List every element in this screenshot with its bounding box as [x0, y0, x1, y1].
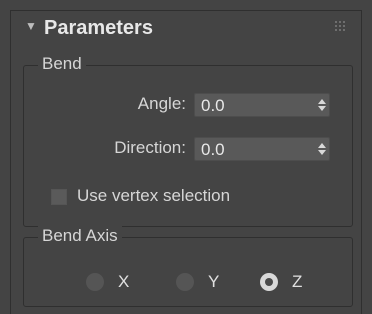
radio-circle[interactable]: [176, 273, 194, 291]
direction-label: Direction:: [114, 138, 186, 157]
triangle-down-icon[interactable]: ▼: [25, 19, 37, 33]
rollout-header[interactable]: ▼ Parameters: [11, 11, 361, 49]
bend-group-legend: Bend: [38, 54, 86, 74]
parameters-rollout: ▼ Parameters Bend Angle: 0.0 Direction: …: [10, 10, 362, 314]
spinner-arrows-icon[interactable]: [315, 94, 329, 116]
modifier-panel-background: ▼ Parameters Bend Angle: 0.0 Direction: …: [0, 0, 372, 314]
direction-spinner[interactable]: 0.0: [194, 137, 330, 161]
use-vertex-selection-label[interactable]: Use vertex selection: [77, 186, 230, 206]
checkbox-box[interactable]: [51, 189, 67, 205]
radio-circle[interactable]: [86, 273, 104, 291]
bend-axis-group: Bend Axis X Y Z: [23, 226, 353, 307]
axis-radio-label[interactable]: Y: [208, 272, 219, 292]
axis-radio-label[interactable]: Z: [292, 272, 302, 292]
spinner-arrows-icon[interactable]: [315, 138, 329, 160]
angle-spinner[interactable]: 0.0: [194, 93, 330, 117]
axis-radio-label[interactable]: X: [118, 272, 129, 292]
bend-axis-group-legend: Bend Axis: [38, 226, 122, 246]
bend-group: Bend Angle: 0.0 Direction: 0.0 Use verte…: [23, 54, 353, 227]
grip-dots-icon[interactable]: [335, 21, 345, 31]
radio-circle[interactable]: [260, 273, 278, 291]
angle-label: Angle:: [137, 94, 186, 113]
rollout-title: Parameters: [44, 17, 153, 39]
angle-value[interactable]: 0.0: [201, 96, 225, 116]
direction-value[interactable]: 0.0: [201, 140, 225, 160]
